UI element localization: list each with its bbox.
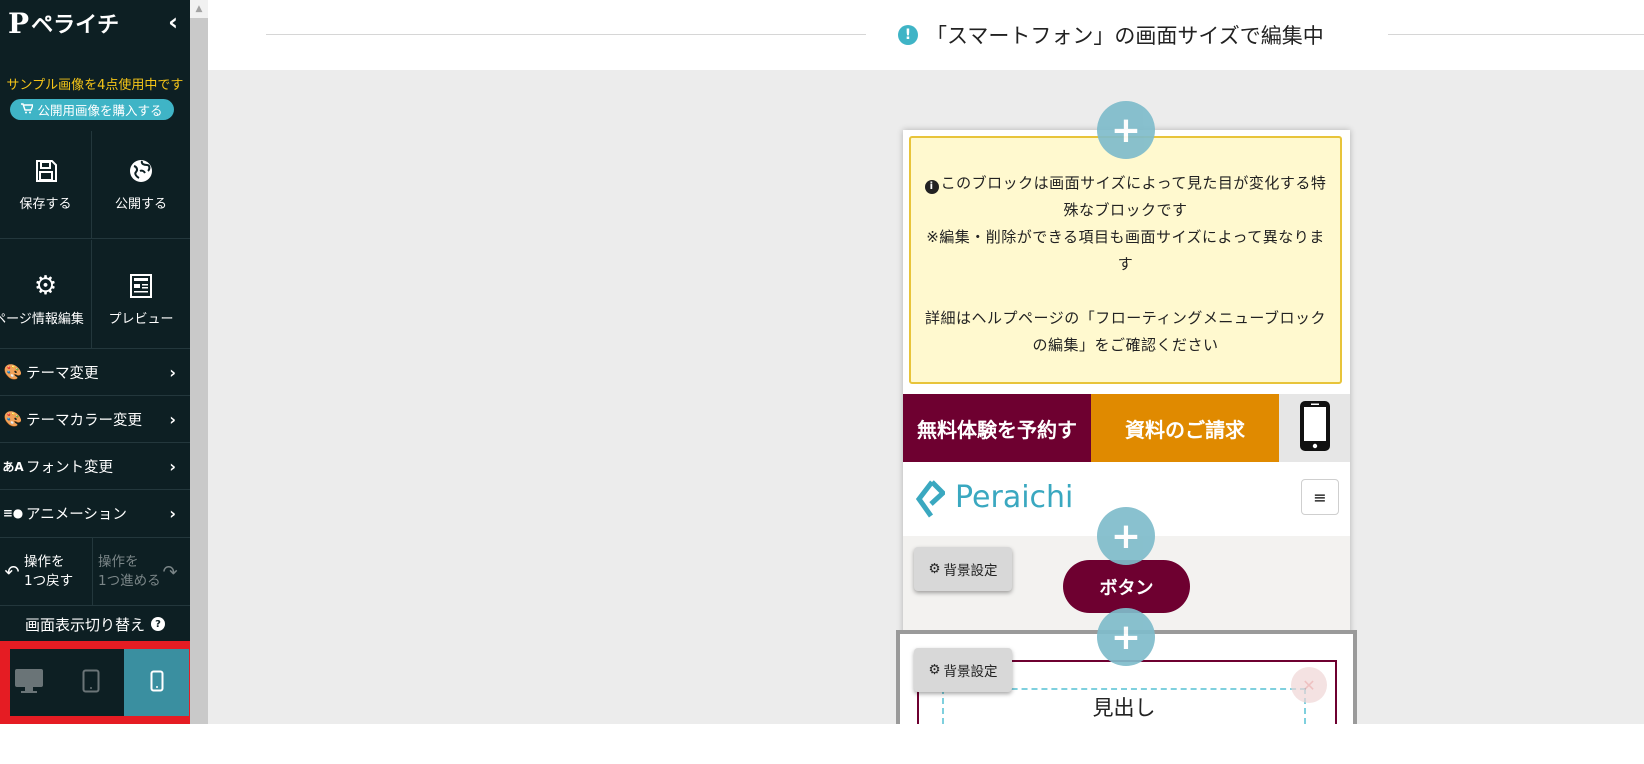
buy-image-label: 公開用画像を購入する [37, 103, 163, 118]
cta-reserve-label: 無料体験を予約す [917, 417, 1077, 442]
preview-button[interactable]: プレビュー [92, 240, 190, 348]
font-icon: あA [2, 459, 24, 474]
tablet-view-button[interactable] [71, 649, 111, 716]
history-controls: ↶ 操作を 1つ戻す 操作を 1つ進める ↷ [0, 537, 190, 606]
warning-line1-wrap: i このブロックは画面サイズによって見た目が変化する特殊なブロックです [911, 170, 1340, 224]
redo-label-line2: 1つ進める [98, 573, 161, 589]
menu-theme-color-label: テーマカラー変更 [26, 412, 142, 429]
help-icon[interactable]: ? [151, 617, 165, 631]
hamburger-menu-icon[interactable]: ≡ [1301, 479, 1339, 515]
publish-button[interactable]: 公開する [92, 131, 190, 239]
heading-label: 見出し [1092, 696, 1156, 720]
editing-mode-indicator: ! 「スマートフォン」の画面サイズで編集中 [888, 20, 1334, 50]
page-info-label: ページ情報編集 [0, 312, 84, 327]
warning-line1: このブロックは画面サイズによって見た目が変化する特殊なブロックです [940, 174, 1327, 219]
device-switch-highlight [0, 641, 200, 724]
save-button[interactable]: 保存する [0, 131, 92, 239]
globe-icon [128, 157, 154, 185]
preview-icon [129, 272, 153, 300]
cta-reserve-button[interactable]: 無料体験を予約す [903, 394, 1091, 462]
header-divider-left [266, 34, 866, 35]
page-info-button[interactable]: ⚙ ページ情報編集 [0, 240, 92, 348]
palette-icon: 🎨 [3, 410, 23, 428]
redo-icon: ↷ [162, 561, 178, 583]
palette-icon: 🎨 [3, 363, 23, 381]
sample-image-notice: サンプル画像を4点使用中です [6, 78, 184, 93]
gear-icon: ⚙ [928, 662, 941, 678]
peraichi-logo-icon [915, 480, 947, 522]
tablet-icon [82, 669, 100, 697]
preview-label: プレビュー [108, 312, 174, 327]
redo-button[interactable]: 操作を 1つ進める ↷ [92, 538, 190, 606]
menu-font-change-label: フォント変更 [26, 459, 113, 476]
menu-animation[interactable]: ≡● アニメーション › [0, 489, 190, 536]
menu-theme-change-label: テーマ変更 [26, 365, 99, 382]
brand-name: Peraichi [955, 480, 1074, 515]
exclamation-icon: ! [898, 25, 918, 45]
info-icon: i [924, 179, 939, 194]
vertical-scrollbar[interactable] [190, 0, 208, 724]
editing-mode-label: 「スマートフォン」の画面サイズで編集中 [926, 24, 1324, 48]
background-settings-label-2: 背景設定 [943, 664, 998, 680]
smartphone-view-button[interactable] [124, 649, 189, 716]
cta-phone-button[interactable] [1279, 394, 1350, 462]
desktop-icon [14, 668, 44, 698]
publish-label: 公開する [114, 197, 167, 212]
cta-docs-button[interactable]: 資料のご請求 [1091, 394, 1279, 462]
background-settings-button[interactable]: ⚙ 背景設定 [914, 547, 1012, 591]
app-logo[interactable]: P ペライチ [8, 4, 119, 42]
bottom-strip [0, 724, 1644, 764]
device-switch [10, 649, 189, 716]
background-settings-button-2[interactable]: ⚙ 背景設定 [914, 648, 1012, 692]
add-block-plus-icon[interactable]: + [1097, 101, 1155, 159]
chevron-left-icon[interactable]: ‹ [168, 8, 178, 36]
delete-block-icon[interactable]: ✕ [1291, 667, 1327, 703]
warning-line2: ※編集・削除ができる項目も画面サイズによって異なります [926, 228, 1325, 273]
floating-menu-warning: i このブロックは画面サイズによって見た目が変化する特殊なブロックです ※編集・削… [909, 136, 1342, 384]
undo-label-line1: 操作を [24, 554, 65, 570]
warning-line3: 詳細はヘルプページの「フローティングメニューブロックの編集」をご確認ください [925, 309, 1326, 354]
animation-icon: ≡● [2, 506, 24, 520]
scroll-up-arrow-icon[interactable]: ▲ [190, 0, 208, 18]
phone-icon [1297, 399, 1333, 458]
chevron-right-icon: › [169, 409, 176, 429]
menu-theme-color[interactable]: 🎨 テーマカラー変更 › [0, 395, 190, 442]
save-icon [34, 157, 58, 185]
add-block-plus-icon[interactable]: + [1097, 608, 1155, 666]
undo-label-line2: 1つ戻す [24, 573, 74, 589]
save-label: 保存する [19, 197, 72, 212]
primary-button[interactable]: ボタン [1063, 560, 1190, 613]
redo-label-line1: 操作を [98, 554, 139, 570]
gear-icon: ⚙ [928, 561, 941, 577]
menu-font-change[interactable]: あA フォント変更 › [0, 442, 190, 489]
desktop-view-button[interactable] [10, 649, 48, 716]
undo-icon: ↶ [4, 561, 20, 583]
cart-icon [21, 102, 35, 117]
redo-label: 操作を 1つ進める [98, 553, 161, 591]
logo-mark: P [8, 6, 30, 40]
chevron-right-icon: › [169, 362, 176, 382]
add-block-plus-icon[interactable]: + [1097, 507, 1155, 565]
undo-label: 操作を 1つ戻す [24, 553, 73, 591]
gear-icon: ⚙ [33, 271, 58, 301]
header-divider-right [1388, 34, 1644, 35]
primary-button-label: ボタン [1099, 577, 1154, 599]
smartphone-icon [150, 670, 164, 696]
chevron-right-icon: › [169, 503, 176, 523]
menu-theme-change[interactable]: 🎨 テーマ変更 › [0, 348, 190, 395]
background-settings-label: 背景設定 [943, 563, 998, 579]
display-switch-title: 画面表示切り替え ? [0, 605, 190, 642]
menu-animation-label: アニメーション [26, 506, 127, 523]
cta-docs-label: 資料のご請求 [1125, 417, 1245, 442]
logo-text: ペライチ [31, 13, 120, 38]
display-switch-label: 画面表示切り替え [24, 615, 145, 634]
buy-image-button[interactable]: 公開用画像を購入する [10, 99, 174, 120]
chevron-right-icon: › [169, 456, 176, 476]
undo-button[interactable]: ↶ 操作を 1つ戻す [0, 538, 93, 606]
heading-text-field[interactable]: 見出し [942, 688, 1306, 724]
